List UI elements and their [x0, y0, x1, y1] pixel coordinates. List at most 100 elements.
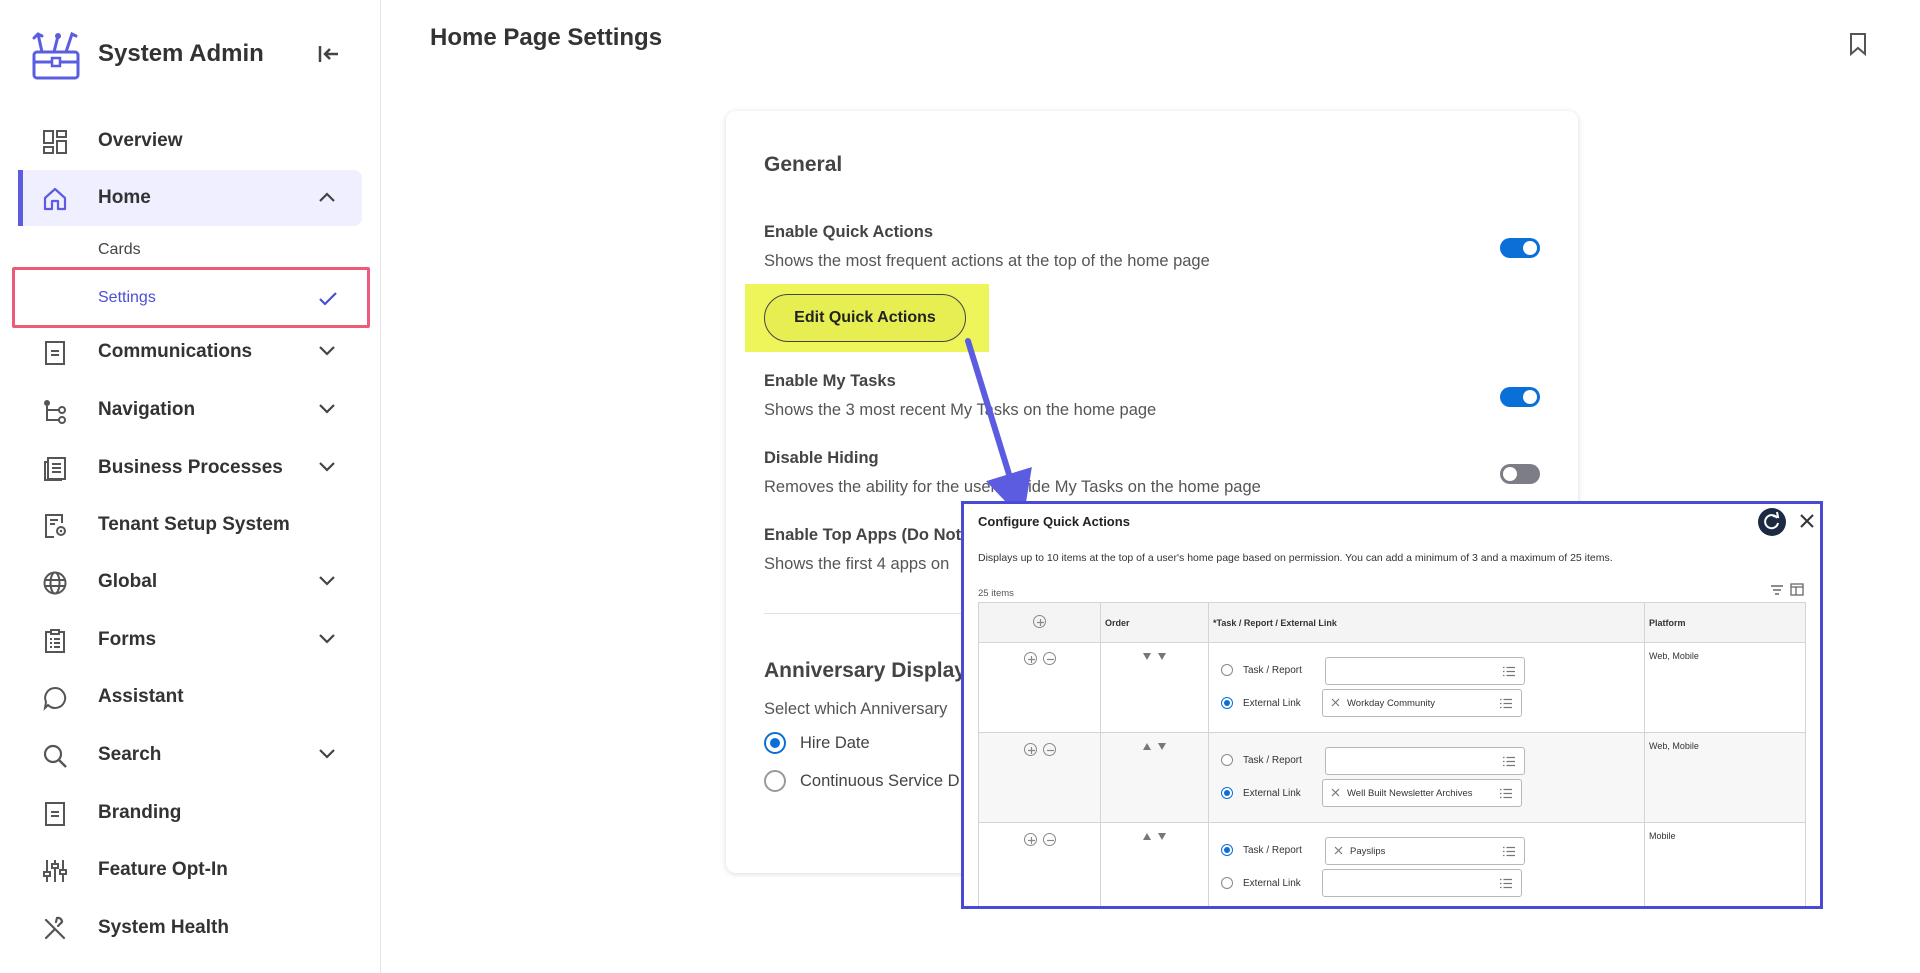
row-actions-cell — [979, 643, 1101, 733]
sidebar-item-system-health[interactable]: System Health — [18, 900, 362, 956]
sidebar-subitem-cards[interactable]: Cards — [18, 230, 362, 272]
task-report-field[interactable] — [1325, 747, 1525, 775]
list-icon[interactable] — [1502, 846, 1516, 857]
remove-value-icon[interactable] — [1334, 846, 1343, 855]
field-value: Workday Community — [1347, 698, 1435, 709]
remove-row-button[interactable] — [1043, 743, 1056, 756]
field-value: Well Built Newsletter Archives — [1347, 788, 1473, 799]
external-link-field[interactable] — [1322, 869, 1522, 897]
sidebar-item-feature-opt-in[interactable]: Feature Opt-In — [18, 842, 362, 898]
radio-button[interactable] — [1221, 697, 1233, 709]
column-header-platform: Platform — [1649, 618, 1686, 628]
add-row-button[interactable] — [1033, 615, 1046, 628]
option-task-report[interactable]: Task / Report — [1221, 753, 1302, 767]
task-report-field[interactable]: Payslips — [1325, 837, 1525, 865]
edit-quick-actions-button[interactable]: Edit Quick Actions — [764, 294, 966, 342]
column-header-task: *Task / Report / External Link — [1209, 603, 1645, 643]
sidebar-item-label: System Health — [98, 917, 229, 938]
search-icon — [43, 744, 67, 768]
option-external-link[interactable]: External Link — [1221, 876, 1301, 890]
newspaper-icon — [44, 457, 66, 481]
layout-icon[interactable] — [1790, 583, 1804, 596]
bookmark-icon[interactable] — [1848, 32, 1868, 56]
add-row-button[interactable] — [1024, 743, 1037, 756]
toggle-knob — [1523, 241, 1537, 255]
radio-hire-date[interactable]: Hire Date — [764, 731, 870, 755]
move-down-icon[interactable] — [1158, 743, 1166, 750]
sidebar-item-business-processes[interactable]: Business Processes — [18, 440, 362, 496]
radio-label: Continuous Service D — [800, 771, 960, 790]
add-row-button[interactable] — [1024, 652, 1037, 665]
enable-my-tasks-toggle[interactable] — [1500, 387, 1540, 407]
app-title: System Admin — [98, 40, 264, 67]
radio-button[interactable] — [1221, 787, 1233, 799]
radio-button[interactable] — [764, 732, 786, 754]
anniversary-description: Select which Anniversary — [764, 700, 948, 718]
close-icon[interactable] — [1798, 512, 1816, 530]
sidebar-item-overview[interactable]: Overview — [18, 113, 362, 169]
sidebar-item-communications[interactable]: Communications — [18, 324, 362, 380]
radio-button[interactable] — [764, 770, 786, 792]
sidebar-item-label: Overview — [98, 130, 183, 151]
list-icon[interactable] — [1502, 666, 1516, 677]
setting-title: Enable Top Apps (Do Not — [764, 526, 962, 544]
remove-value-icon[interactable] — [1331, 698, 1340, 707]
sidebar-item-assistant[interactable]: Assistant — [18, 669, 362, 725]
table-row: Task / Report External Link Well Built N… — [979, 733, 1805, 823]
list-icon[interactable] — [1499, 788, 1513, 799]
move-down-icon[interactable] — [1143, 653, 1151, 660]
table-row: Task / Report Payslips External Link Mob… — [979, 823, 1805, 906]
move-up-icon[interactable] — [1143, 833, 1151, 840]
brand: System Admin — [28, 28, 264, 84]
sidebar-item-home[interactable]: Home — [18, 170, 362, 226]
list-icon[interactable] — [1499, 878, 1513, 889]
sidebar-item-label: Communications — [98, 341, 253, 362]
move-down-icon[interactable] — [1158, 653, 1166, 660]
collapse-sidebar-icon[interactable] — [314, 42, 344, 66]
filter-icon[interactable] — [1770, 584, 1784, 596]
sidebar-item-label: Global — [98, 571, 158, 592]
home-icon — [43, 187, 67, 211]
radio-button[interactable] — [1221, 844, 1233, 856]
sidebar-item-navigation[interactable]: Navigation — [18, 382, 362, 438]
task-cell: Task / Report External Link Well Built N… — [1209, 733, 1645, 823]
radio-continuous-service-date[interactable]: Continuous Service D — [764, 769, 960, 793]
sidebar-item-forms[interactable]: Forms — [18, 612, 362, 668]
remove-row-button[interactable] — [1043, 833, 1056, 846]
move-down-icon[interactable] — [1158, 833, 1166, 840]
annotation-arrow — [965, 338, 1032, 520]
remove-value-icon[interactable] — [1331, 788, 1340, 797]
radio-button[interactable] — [1221, 754, 1233, 766]
option-external-link[interactable]: External Link — [1221, 696, 1301, 710]
setting-description: Shows the most frequent actions at the t… — [764, 252, 1210, 270]
task-report-field[interactable] — [1325, 657, 1525, 685]
radio-button[interactable] — [1221, 664, 1233, 676]
add-column-header — [979, 603, 1101, 643]
sidebar-item-branding[interactable]: Branding — [18, 785, 362, 841]
option-external-link[interactable]: External Link — [1221, 786, 1301, 800]
external-link-field[interactable]: Workday Community — [1322, 689, 1522, 717]
sidebar-item-global[interactable]: Global — [18, 554, 362, 610]
platform-value: Web, Mobile — [1649, 651, 1699, 661]
sidebar-item-label: Business Processes — [98, 457, 283, 478]
move-up-icon[interactable] — [1143, 743, 1151, 750]
option-task-report[interactable]: Task / Report — [1221, 663, 1302, 677]
list-icon[interactable] — [1502, 756, 1516, 767]
sidebar-item-search[interactable]: Search — [18, 727, 362, 783]
disable-hiding-toggle[interactable] — [1500, 464, 1540, 484]
document-icon — [45, 341, 65, 365]
option-label: External Link — [1243, 787, 1301, 799]
globe-icon — [43, 571, 67, 595]
list-icon[interactable] — [1499, 698, 1513, 709]
sidebar-item-tenant-setup-system[interactable]: Tenant Setup System — [18, 497, 362, 553]
enable-quick-actions-toggle[interactable] — [1500, 238, 1540, 258]
option-task-report[interactable]: Task / Report — [1221, 843, 1302, 857]
external-link-field[interactable]: Well Built Newsletter Archives — [1322, 779, 1522, 807]
remove-row-button[interactable] — [1043, 652, 1056, 665]
refresh-button[interactable] — [1758, 508, 1786, 536]
option-label: Task / Report — [1243, 844, 1302, 856]
chevron-up-icon — [319, 192, 335, 202]
add-row-button[interactable] — [1024, 833, 1037, 846]
platform-cell: Web, Mobile — [1645, 643, 1805, 733]
radio-button[interactable] — [1221, 877, 1233, 889]
